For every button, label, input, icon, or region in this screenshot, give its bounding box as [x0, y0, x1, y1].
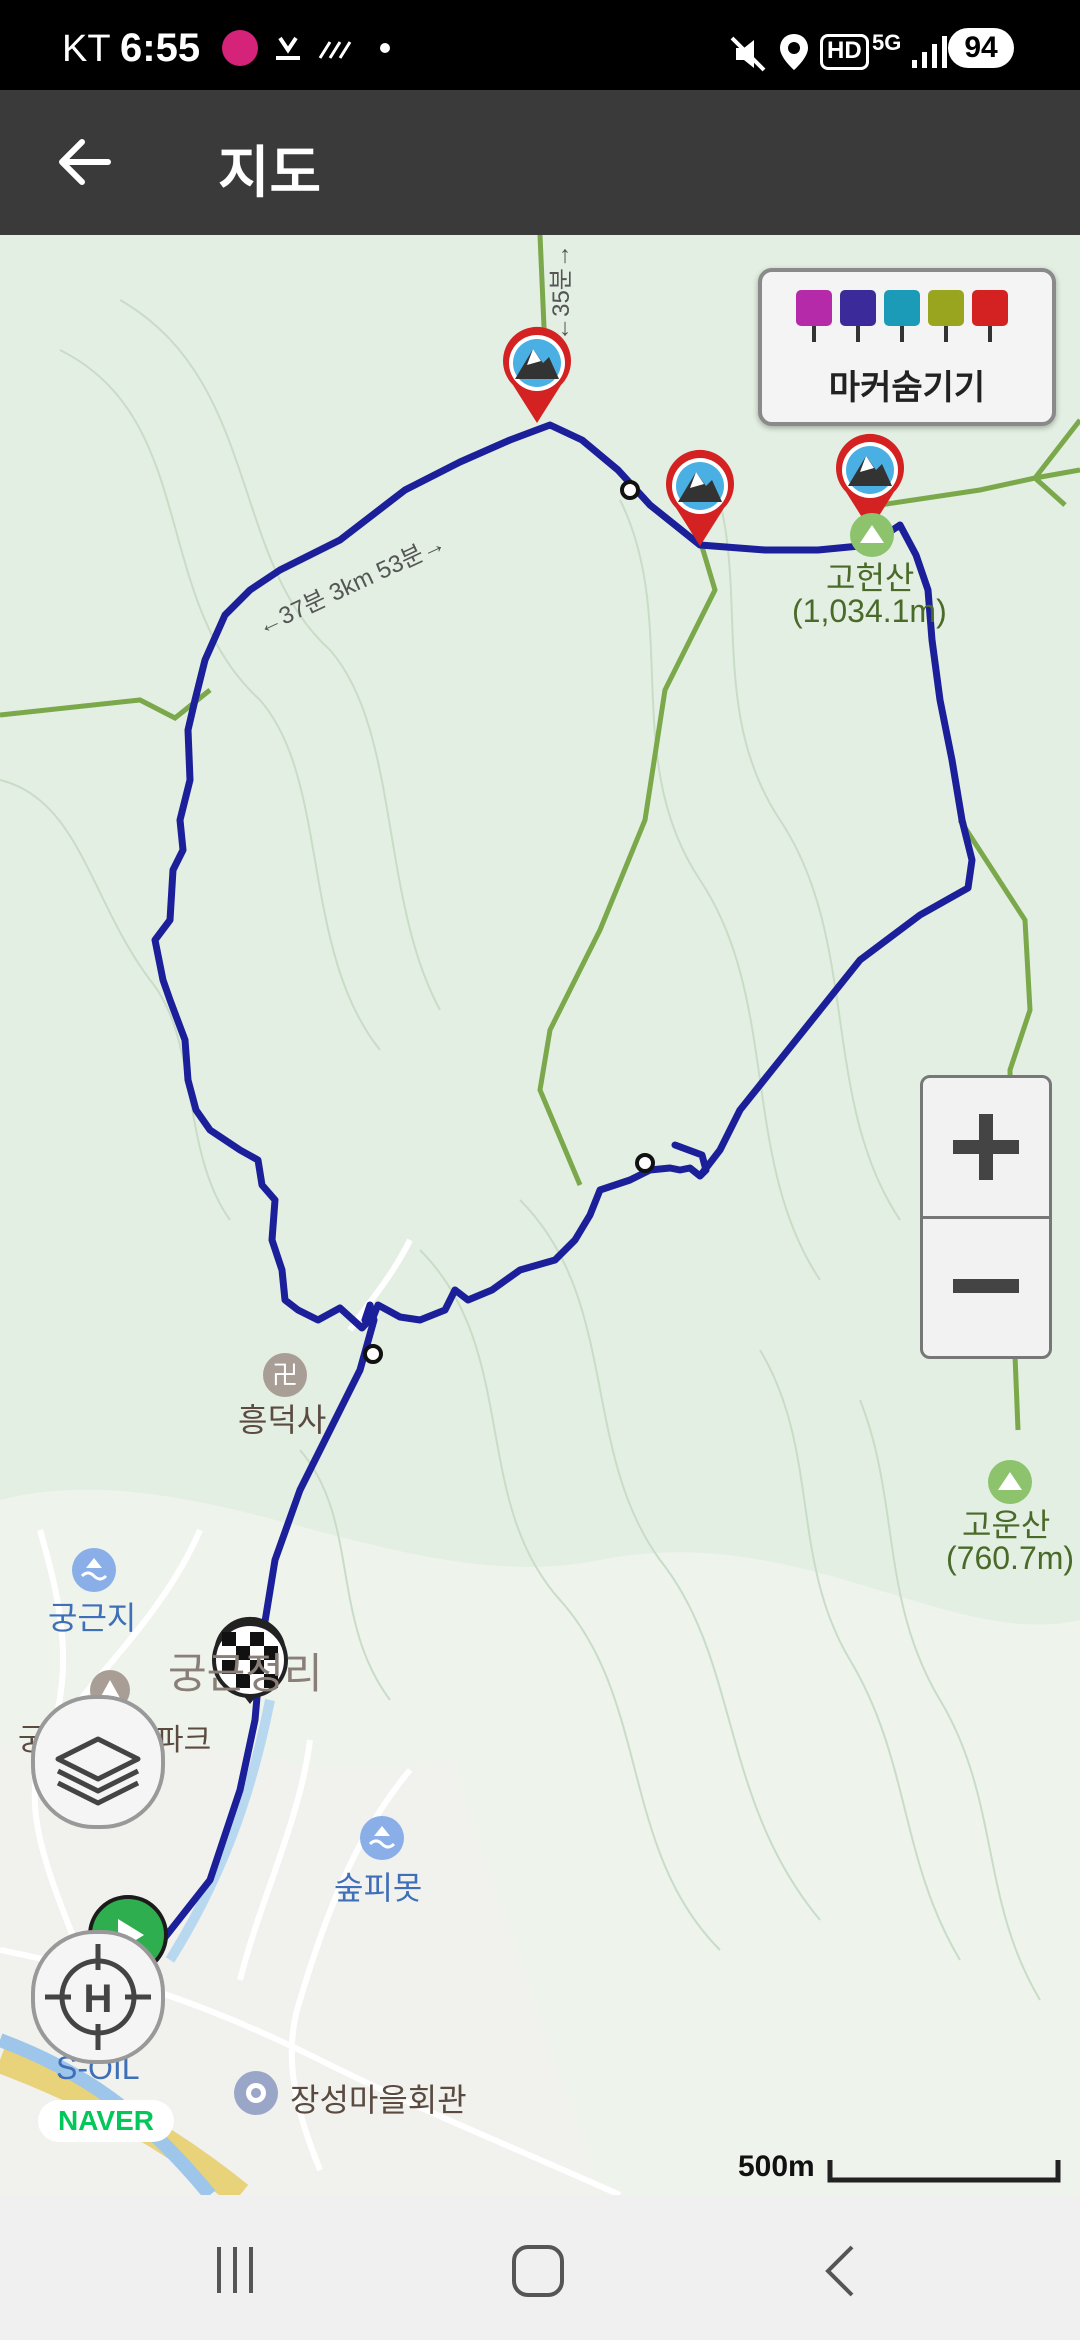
carrier-label: KT: [62, 28, 111, 70]
reservoir-icon: [360, 1816, 404, 1860]
zoom-controls: [920, 1075, 1052, 1359]
mute-icon: [730, 36, 766, 72]
map-provider-logo: NAVER: [38, 2100, 174, 2142]
back-icon[interactable]: [818, 2243, 862, 2299]
peak-icon: [850, 513, 894, 557]
layers-icon: [55, 1736, 141, 1806]
svg-text:H: H: [84, 1977, 113, 2021]
plus-icon: [953, 1114, 1019, 1180]
video-icon: [840, 290, 876, 342]
microphone-icon: [884, 290, 920, 342]
page-title: 지도: [218, 141, 322, 204]
signal-icon: [912, 36, 947, 68]
peak-elevation-label: (760.7m): [946, 1540, 1075, 1576]
village-hall-label: 장성마을회관: [290, 2082, 467, 2118]
reservoir-icon: [72, 1548, 116, 1592]
temple-label: 흥덕사: [238, 1402, 327, 1438]
marker-type-icons: [796, 290, 1008, 342]
map-view[interactable]: 卍 ←37분 3km 53분→ ←35분→ 고헌산 (1,034.1m) 고운산…: [0, 235, 1080, 2195]
zoom-in-button[interactable]: [923, 1078, 1049, 1219]
camera-icon: [796, 290, 832, 342]
marker-toggle-button[interactable]: 마커숨기기: [758, 268, 1056, 426]
village-label: 궁근정리: [168, 1650, 323, 1697]
marker-toggle-label: 마커숨기기: [828, 369, 986, 407]
notification-icons: [222, 30, 390, 66]
status-bar: KT 6:55 HD 5G 94: [0, 0, 1080, 90]
village-hall-icon: [234, 2071, 278, 2115]
target-icon: H: [45, 1944, 151, 2050]
note-icon: [928, 290, 964, 342]
hd-badge: HD: [820, 34, 869, 70]
system-navigation-bar: [0, 2195, 1080, 2340]
map-canvas[interactable]: 卍: [0, 235, 1080, 2195]
waypoint-dot[interactable]: [363, 1344, 383, 1364]
network-label: 5G: [872, 30, 902, 55]
minus-icon: [953, 1279, 1019, 1293]
svg-text:卍: 卍: [272, 1360, 298, 1390]
clock: 6:55: [120, 26, 201, 70]
reservoir-label: 숲피못: [334, 1870, 423, 1906]
temple-icon: 卍: [263, 1353, 307, 1397]
battery-level: 94: [948, 28, 1014, 68]
home-icon[interactable]: [510, 2243, 566, 2299]
locate-button[interactable]: H: [31, 1930, 165, 2064]
waypoint-dot[interactable]: [635, 1153, 655, 1173]
app-bar: 지도: [0, 90, 1080, 235]
waypoint-dot[interactable]: [620, 480, 640, 500]
reservoir-label: 궁근지: [48, 1600, 137, 1636]
layers-button[interactable]: [31, 1695, 165, 1829]
trail-time-label: ←35분→: [547, 244, 575, 341]
scale-label: 500m: [738, 2150, 815, 2183]
recent-apps-icon[interactable]: [205, 2243, 265, 2297]
peak-elevation-label: (1,034.1m): [792, 593, 947, 629]
zoom-out-button[interactable]: [923, 1217, 1049, 1355]
pointer-icon: [972, 290, 1008, 342]
location-icon: [780, 34, 808, 70]
peak-icon: [988, 1460, 1032, 1504]
arrow-left-icon[interactable]: [52, 130, 116, 194]
